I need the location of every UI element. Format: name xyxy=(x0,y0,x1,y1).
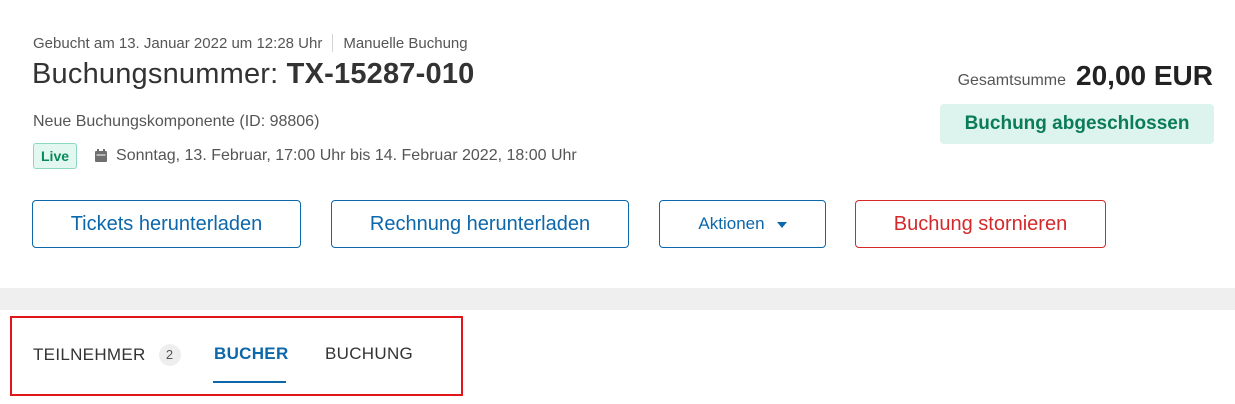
booking-type-text: Manuelle Buchung xyxy=(343,34,468,52)
download-tickets-label: Tickets herunterladen xyxy=(70,212,263,235)
download-invoice-label: Rechnung herunterladen xyxy=(369,212,591,235)
section-divider xyxy=(0,288,1235,310)
total-amount: 20,00 EUR xyxy=(1076,60,1213,91)
booking-number: TX-15287-010 xyxy=(286,58,475,90)
booking-number-label: Buchungsnummer: xyxy=(32,58,279,90)
total-sum: Gesamtsumme 20,00 EUR xyxy=(958,60,1213,92)
download-invoice-button[interactable]: Rechnung herunterladen xyxy=(331,200,629,248)
booking-component: Neue Buchungskomponente (ID: 98806) xyxy=(33,113,320,130)
highlight-box xyxy=(10,316,463,396)
booking-meta: Gebucht am 13. Januar 2022 um 12:28 Uhr … xyxy=(33,34,468,52)
booked-at-text: Gebucht am 13. Januar 2022 um 12:28 Uhr xyxy=(33,34,323,52)
booking-status-row: Live Sonntag, 13. Februar, 17:00 Uhr bis… xyxy=(33,143,577,169)
cancel-booking-label: Buchung stornieren xyxy=(893,212,1068,235)
booking-header: Gebucht am 13. Januar 2022 um 12:28 Uhr … xyxy=(0,0,1235,288)
actions-label: Aktionen xyxy=(698,214,765,233)
actions-dropdown-button[interactable]: Aktionen xyxy=(659,200,826,248)
status-badge: Buchung abgeschlossen xyxy=(940,104,1214,144)
download-tickets-button[interactable]: Tickets herunterladen xyxy=(32,200,301,248)
cancel-booking-button[interactable]: Buchung stornieren xyxy=(855,200,1106,248)
page-title: Buchungsnummer: TX-15287-010 xyxy=(32,58,474,91)
live-badge: Live xyxy=(33,143,78,169)
caret-down-icon xyxy=(776,222,787,228)
meta-divider xyxy=(332,34,334,52)
calendar-icon xyxy=(94,149,108,163)
total-label: Gesamtsumme xyxy=(957,72,1067,89)
event-date-range: Sonntag, 13. Februar, 17:00 Uhr bis 14. … xyxy=(116,147,577,164)
